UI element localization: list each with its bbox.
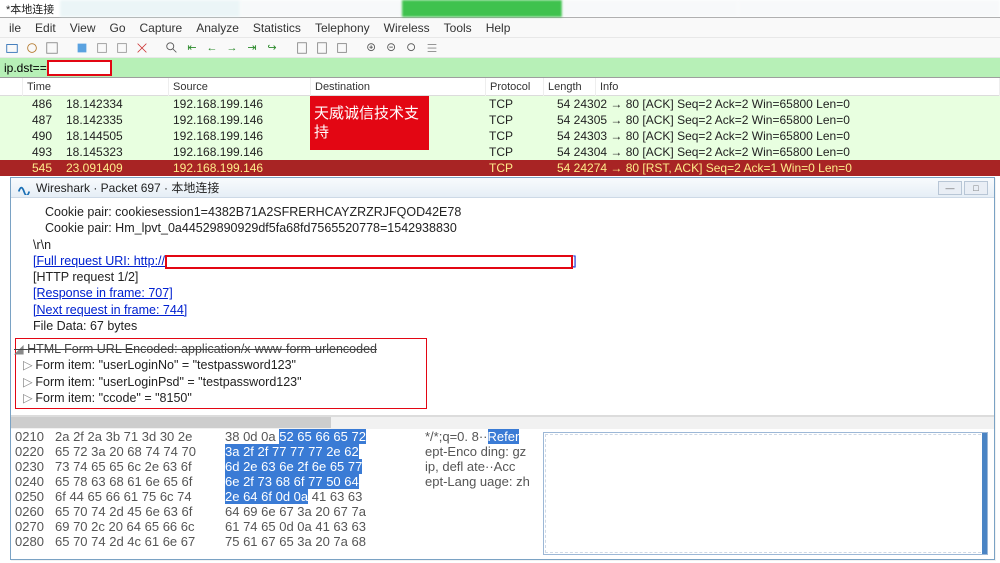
popup-titlebar[interactable]: Wireshark · Packet 697 · 本地连接 — □ [11,178,994,198]
annotation-overlay: 天威诚信技术支持 [310,96,429,150]
menu-go[interactable]: Go [105,19,131,37]
menu-tools[interactable]: Tools [439,19,477,37]
tree-line[interactable]: Cookie pair: cookiesession1=4382B71A2SFR… [45,204,984,220]
close-icon[interactable] [134,40,150,56]
go-first-icon[interactable]: ⇤ [184,40,200,56]
open-icon[interactable] [4,40,20,56]
packet-tree[interactable]: Cookie pair: cookiesession1=4382B71A2SFR… [11,198,994,416]
packet-list[interactable]: 48618.142334192.168.199.146TCP 54 24302 … [0,96,1000,176]
tree-line[interactable]: ▷ Form item: "ccode" = "8150" [16,390,426,406]
popup-title-text: Wireshark · Packet 697 · 本地连接 [36,179,219,196]
zoom-in-icon[interactable] [364,40,380,56]
auto-scroll-icon[interactable] [294,40,310,56]
menu-bar: ile Edit View Go Capture Analyze Statist… [0,18,1000,38]
packet-row[interactable]: 49318.145323192.168.199.146TCP 54 24304 … [0,144,1000,160]
packet-row[interactable]: 49018.144505192.168.199.146TCP 54 24303 … [0,128,1000,144]
menu-statistics[interactable]: Statistics [248,19,306,37]
zoom-out-icon[interactable] [384,40,400,56]
menu-telephony[interactable]: Telephony [310,19,375,37]
image-placeholder [543,432,988,555]
go-back-icon[interactable]: ← [204,40,220,56]
tree-line[interactable]: ▷ Form item: "userLoginPsd" = "testpassw… [16,374,426,390]
separator [354,40,360,56]
filter-redacted-box [47,60,112,76]
separator [64,40,70,56]
tree-link-response[interactable]: [Response in frame: 707] [33,285,984,301]
save-icon[interactable] [44,40,60,56]
col-source[interactable]: Source [169,78,311,96]
packet-row[interactable]: 54523.091409192.168.199.146TCP 54 24274 … [0,160,1000,176]
col-protocol[interactable]: Protocol [486,78,544,96]
menu-edit[interactable]: Edit [30,19,61,37]
tab-local[interactable]: *本地连接 [0,0,60,17]
filter-text: ip.dst== [4,61,47,75]
tree-expander[interactable]: ◢ HTML Form URL Encoded: application/x-w… [14,341,426,357]
tree-line[interactable]: [HTTP request 1/2] [33,269,984,285]
tree-line[interactable]: File Data: 67 bytes [33,318,984,334]
display-filter-bar[interactable]: ip.dst== [0,58,1000,78]
separator [284,40,290,56]
tree-line[interactable]: Cookie pair: Hm_lpvt_0a44529890929df5fa6… [45,220,984,236]
menu-view[interactable]: View [65,19,101,37]
window-buttons: — □ [938,181,988,195]
background-window-strip: *本地连接 [0,0,1000,18]
hex-pane[interactable]: 02100220023002400250026002700280 2a 2f 2… [11,429,994,558]
bg-blur [60,0,240,17]
resize-cols-icon[interactable] [424,40,440,56]
maximize-button[interactable]: □ [964,181,988,195]
resize-icon[interactable] [334,40,350,56]
bg-blur [562,0,738,17]
stop-capture-icon[interactable] [94,40,110,56]
go-to-icon[interactable]: ↪ [264,40,280,56]
bg-blur [240,0,402,17]
menu-help[interactable]: Help [481,19,516,37]
col-info[interactable]: Info [596,78,1000,96]
separator [154,40,160,56]
packet-details-window: Wireshark · Packet 697 · 本地连接 — □ Cookie… [10,177,995,560]
packet-row[interactable]: 48718.142335192.168.199.146TCP 54 24305 … [0,112,1000,128]
colorize-icon[interactable] [314,40,330,56]
minimize-button[interactable]: — [938,181,962,195]
col-destination[interactable]: Destination [311,78,486,96]
go-forward-icon[interactable]: → [224,40,240,56]
tree-link-full-uri[interactable]: [Full request URI: http://] [33,253,984,269]
menu-analyze[interactable]: Analyze [191,19,244,37]
menu-wireless[interactable]: Wireless [379,19,435,37]
form-items-box: ◢ HTML Form URL Encoded: application/x-w… [15,338,427,409]
bg-blur [738,0,1000,17]
restart-capture-icon[interactable] [114,40,130,56]
tree-line[interactable]: \r\n [33,237,984,253]
column-headers: Time Source Destination Protocol Length … [0,78,1000,96]
packet-row[interactable]: 48618.142334192.168.199.146TCP 54 24302 … [0,96,1000,112]
bg-tab-green [402,0,562,17]
col-length[interactable]: Length [544,78,596,96]
menu-capture[interactable]: Capture [135,19,188,37]
uri-redacted-box [165,255,573,269]
tree-line[interactable]: ▷ Form item: "userLoginNo" = "testpasswo… [16,357,426,373]
col-no[interactable] [0,78,23,96]
col-time[interactable]: Time [23,78,169,96]
options-icon[interactable] [24,40,40,56]
go-last-icon[interactable]: ⇥ [244,40,260,56]
tree-link-next[interactable]: [Next request in frame: 744] [33,302,984,318]
wireshark-icon [17,181,31,195]
tool-bar: ⇤ ← → ⇥ ↪ [0,38,1000,58]
start-capture-icon[interactable] [74,40,90,56]
menu-file[interactable]: ile [4,19,26,37]
zoom-reset-icon[interactable] [404,40,420,56]
horizontal-scrollbar[interactable] [11,416,994,429]
scroll-thumb[interactable] [11,417,331,428]
find-icon[interactable] [164,40,180,56]
